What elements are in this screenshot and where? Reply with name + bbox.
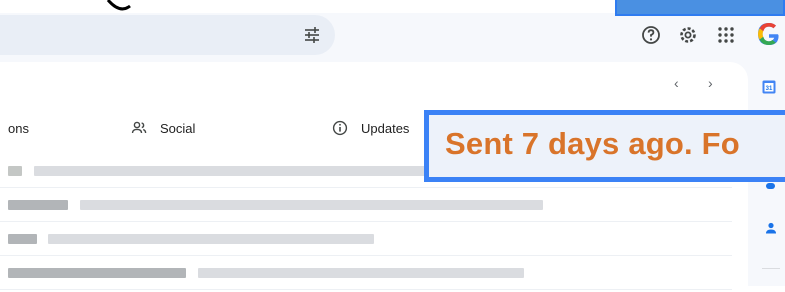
keep-icon[interactable] <box>766 183 775 189</box>
sender-placeholder <box>8 200 68 210</box>
calendar-day: 31 <box>766 86 773 92</box>
hint-overlay: Sent 7 days ago. Fo <box>424 110 785 182</box>
tab-updates-label: Updates <box>361 121 410 136</box>
contacts-icon[interactable] <box>764 221 778 235</box>
search-bar[interactable] <box>0 15 335 55</box>
settings-icon[interactable] <box>677 24 699 46</box>
subject-placeholder <box>198 268 524 278</box>
tab-promotions-label: ons <box>8 121 29 136</box>
email-row[interactable] <box>0 221 732 256</box>
subject-placeholder <box>80 200 543 210</box>
hint-text: Sent 7 days ago. Fo <box>445 126 740 161</box>
side-divider <box>762 268 780 269</box>
tune-icon[interactable] <box>302 25 322 45</box>
info-icon <box>332 120 348 136</box>
people-icon <box>131 121 147 134</box>
older-button[interactable]: ‹ <box>674 75 679 91</box>
sender-placeholder <box>8 268 186 278</box>
tab-social-label: Social <box>160 121 196 136</box>
help-icon[interactable] <box>640 24 662 46</box>
google-logo[interactable] <box>756 21 782 47</box>
sender-placeholder <box>8 166 22 176</box>
sender-placeholder <box>8 234 37 244</box>
newer-button[interactable]: › <box>708 75 713 91</box>
calendar-icon[interactable]: 31 <box>762 80 776 94</box>
top-right-highlight <box>615 0 785 16</box>
subject-placeholder <box>48 234 374 244</box>
email-row[interactable] <box>0 255 732 290</box>
email-row[interactable] <box>0 187 732 222</box>
subject-placeholder <box>34 166 434 176</box>
apps-icon[interactable] <box>715 24 737 46</box>
